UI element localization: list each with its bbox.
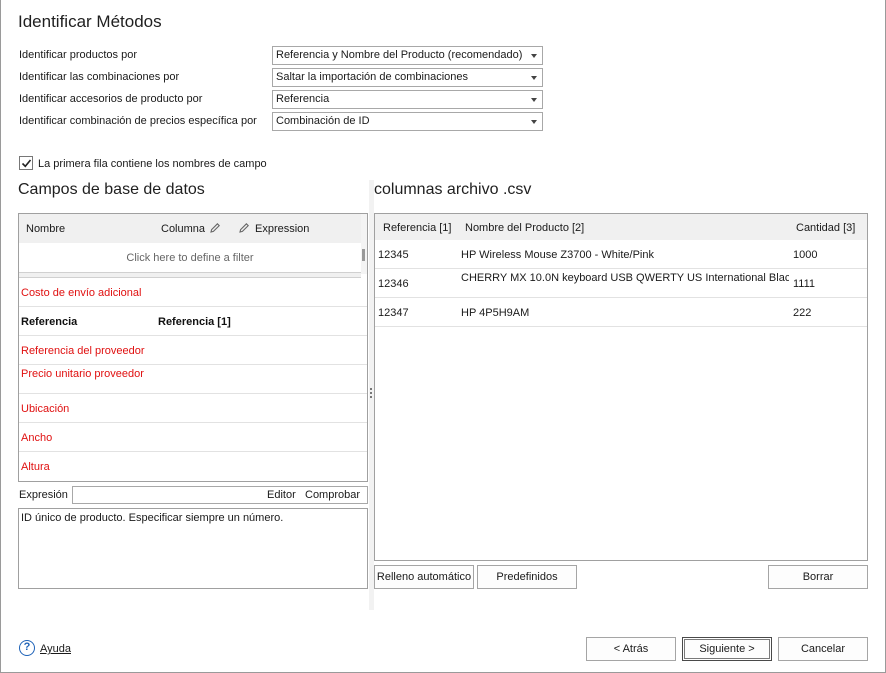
field-name: Altura [21,461,50,473]
table-row[interactable]: 12347 HP 4P5H9AM 222 [375,298,867,327]
column-header-name[interactable]: Nombre [26,223,65,235]
csv-column-header[interactable]: Nombre del Producto [2] [465,222,584,234]
csv-cell-ref: 12345 [378,249,409,261]
db-fields-title: Campos de base de datos [18,181,205,198]
identify-combinations-label: Identificar las combinaciones por [19,71,180,83]
clear-button[interactable]: Borrar [768,565,868,589]
header-row-checkbox[interactable] [19,156,33,170]
identify-specific-price-value: Combinación de ID [276,115,370,127]
next-button[interactable]: Siguiente > [682,637,772,661]
identify-accessories-label: Identificar accesorios de producto por [19,93,203,105]
csv-cell-name: HP 4P5H9AM [461,307,530,319]
chevron-down-icon [531,98,537,102]
pencil-icon [210,223,220,233]
field-name: Ancho [21,432,53,444]
table-row[interactable]: Altura [19,452,367,481]
help-link[interactable]: Ayuda [40,643,71,655]
column-header-column[interactable]: Columna [161,223,207,235]
field-name: Precio unitario proveedor [21,368,144,380]
chevron-down-icon [531,76,537,80]
csv-cell-qty: 1000 [793,249,818,261]
editor-button[interactable]: Editor [267,489,296,501]
cancel-button[interactable]: Cancelar [778,637,868,661]
table-row[interactable]: Referencia Referencia [1] [19,307,367,336]
csv-cell-name: CHERRY MX 10.0N keyboard USB QWERTY US I… [461,272,789,284]
csv-cell-name: HP Wireless Mouse Z3700 - White/Pink [461,249,654,261]
autofill-button[interactable]: Relleno automático [374,565,474,589]
csv-preview-grid: Referencia [1] Nombre del Producto [2] C… [374,213,868,561]
identify-products-value: Referencia y Nombre del Producto (recome… [276,49,523,61]
chevron-down-icon [531,120,537,124]
field-column: Referencia [1] [158,316,231,328]
identify-products-select[interactable]: Referencia y Nombre del Producto (recome… [272,46,543,65]
db-fields-header: Nombre Columna Expression [19,214,361,243]
table-row[interactable]: Referencia del proveedor [19,336,367,365]
help-label: Ayuda [40,643,71,655]
field-name: Costo de envío adicional [21,287,142,299]
pencil-icon [239,223,249,233]
table-row[interactable]: Costo de envío adicional [19,278,367,307]
check-button[interactable]: Comprobar [305,489,360,501]
expression-input[interactable]: Editor Comprobar [72,486,368,504]
expression-label: Expresión [19,489,68,501]
page-title: Identificar Métodos [18,12,162,31]
csv-cell-qty: 1111 [793,278,816,290]
column-header-expression[interactable]: Expression [255,223,309,235]
back-button[interactable]: < Atrás [586,637,676,661]
identify-combinations-select[interactable]: Saltar la importación de combinaciones [272,68,543,87]
table-row[interactable]: 12346 CHERRY MX 10.0N keyboard USB QWERT… [375,269,867,298]
csv-column-header[interactable]: Referencia [1] [383,222,451,234]
csv-column-header[interactable]: Cantidad [3] [796,222,855,234]
csv-header: Referencia [1] Nombre del Producto [2] C… [375,214,867,240]
identify-accessories-value: Referencia [276,93,330,105]
table-row[interactable]: Precio unitario proveedor [19,365,367,394]
grip-icon [370,388,372,398]
csv-columns-title: columnas archivo .csv [374,181,532,198]
field-name: Referencia del proveedor [21,345,145,357]
identify-combinations-value: Saltar la importación de combinaciones [276,71,468,83]
identify-specific-price-label: Identificar combinación de precios espec… [19,115,257,127]
table-row[interactable]: Ubicación [19,394,367,423]
identify-specific-price-select[interactable]: Combinación de ID [272,112,543,131]
header-row-label: La primera fila contiene los nombres de … [38,158,267,170]
table-row[interactable]: Ancho [19,423,367,452]
filter-row[interactable]: Click here to define a filter [19,244,361,272]
grid-scrollbar[interactable] [361,214,367,274]
csv-cell-qty: 222 [793,307,812,319]
identify-accessories-select[interactable]: Referencia [272,90,543,109]
csv-cell-ref: 12346 [378,278,409,290]
field-name: Ubicación [21,403,70,415]
identify-products-label: Identificar productos por [19,49,138,61]
check-icon [21,159,32,168]
field-name: Referencia [21,316,78,328]
help-icon[interactable]: ? [19,640,35,656]
field-description: ID único de producto. Especificar siempr… [18,508,368,589]
db-fields-grid: Nombre Columna Expression Click here to … [18,213,368,482]
chevron-down-icon [531,54,537,58]
csv-cell-ref: 12347 [378,307,409,319]
table-row[interactable]: 12345 HP Wireless Mouse Z3700 - White/Pi… [375,241,867,269]
presets-button[interactable]: Predefinidos [477,565,577,589]
